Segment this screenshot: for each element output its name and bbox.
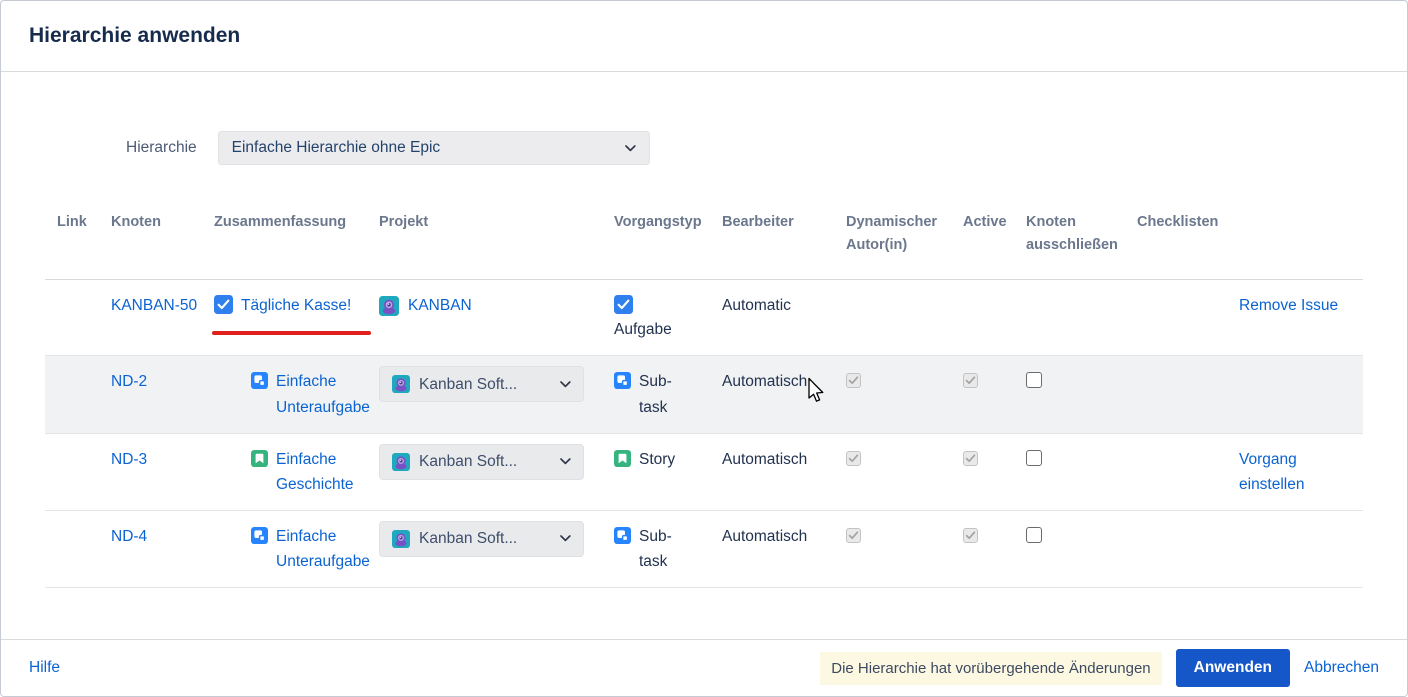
summary-checkbox[interactable] (214, 295, 233, 314)
subtask-icon (614, 372, 631, 389)
dynamic-author-checkbox (846, 451, 861, 466)
issuetype-label: Sub-task (639, 524, 689, 574)
project-dropdown[interactable]: Kanban Soft... (379, 444, 584, 480)
project-dropdown[interactable]: Kanban Soft... (379, 521, 584, 557)
assignee-label: Automatic (722, 280, 846, 331)
hierarchy-selected-value: Einfache Hierarchie ohne Epic (232, 139, 441, 157)
chevron-down-icon (560, 535, 571, 542)
exclude-node-checkbox[interactable] (1026, 450, 1042, 466)
chevron-down-icon (625, 145, 636, 152)
issue-key-link[interactable]: ND-4 (111, 524, 147, 549)
project-cell: Kanban Soft... (379, 356, 614, 415)
project-dropdown-value: Kanban Soft... (419, 372, 517, 397)
summary-link[interactable]: Einfache Unteraufgabe (276, 369, 370, 419)
dialog-footer: Hilfe Die Hierarchie hat vorübergehende … (1, 639, 1407, 696)
project-dropdown-value: Kanban Soft... (419, 449, 517, 474)
dialog-title: Hierarchie anwenden (29, 24, 240, 48)
hierarchy-select[interactable]: Einfache Hierarchie ohne Epic (218, 131, 650, 165)
cancel-button[interactable]: Abbrechen (1304, 659, 1379, 677)
hierarchy-form-row: Hierarchie Einfache Hierarchie ohne Epic (126, 131, 1407, 165)
summary-link[interactable]: Einfache Unteraufgabe (276, 524, 370, 574)
issuetype-cell: Sub-task (614, 511, 722, 587)
hierarchy-label: Hierarchie (126, 139, 197, 157)
summary-cell: Tägliche Kasse! (214, 280, 379, 331)
issue-key-link[interactable]: ND-2 (111, 369, 147, 394)
summary-cell: Einfache Unteraufgabe (214, 356, 379, 432)
active-checkbox (963, 528, 978, 543)
assignee-label: Automatisch (722, 511, 846, 562)
project-cell: Kanban Soft... (379, 511, 614, 570)
exclude-node-checkbox[interactable] (1026, 372, 1042, 388)
remove-issue-link[interactable]: Remove Issue (1239, 297, 1338, 314)
issuetype-checkbox[interactable] (614, 295, 633, 314)
table-row: ND-2 Einfache Unteraufgabe Kanban Soft..… (45, 356, 1363, 433)
apply-button[interactable]: Anwenden (1176, 649, 1290, 687)
chevron-down-icon (560, 458, 571, 465)
set-issue-link[interactable]: Vorgang einstellen (1239, 451, 1305, 493)
subtask-icon (614, 527, 631, 544)
header-knoten-ausschliessen: Knoten ausschließen (1026, 195, 1137, 279)
issue-key-link[interactable]: ND-3 (111, 447, 147, 472)
project-avatar-icon (392, 530, 410, 548)
annotation-underline (212, 331, 371, 335)
exclude-node-checkbox[interactable] (1026, 527, 1042, 543)
dynamic-author-checkbox (846, 528, 861, 543)
project-dropdown-value: Kanban Soft... (419, 526, 517, 551)
story-icon (251, 450, 268, 467)
project-dropdown[interactable]: Kanban Soft... (379, 366, 584, 402)
header-active: Active (963, 195, 1026, 256)
issuetype-label: Story (639, 447, 675, 472)
chevron-down-icon (560, 381, 571, 388)
summary-link[interactable]: Tägliche Kasse! (241, 293, 351, 318)
header-vorgangstyp: Vorgangstyp (614, 195, 722, 256)
project-avatar-icon (379, 296, 399, 316)
summary-cell: Einfache Geschichte (214, 434, 379, 510)
header-zusammenfassung: Zusammenfassung (214, 195, 379, 256)
issuetype-label: Aufgabe (614, 317, 708, 342)
issuetype-cell: Aufgabe (614, 280, 722, 355)
project-cell: KANBAN (379, 280, 614, 331)
subtask-icon (251, 372, 268, 389)
table-row: ND-3 Einfache Geschichte Kanban Soft... … (45, 434, 1363, 511)
header-projekt: Projekt (379, 195, 614, 256)
project-avatar-icon (392, 453, 410, 471)
header-dynamischer-autor: Dynamischer Autor(in) (846, 195, 963, 279)
table-header-row: Link Knoten Zusammenfassung Projekt Vorg… (45, 195, 1363, 280)
hierarchy-table: Link Knoten Zusammenfassung Projekt Vorg… (45, 195, 1363, 588)
apply-hierarchy-dialog: Hierarchie anwenden Hierarchie Einfache … (0, 0, 1408, 697)
issuetype-cell: Story (614, 434, 722, 485)
project-link[interactable]: KANBAN (408, 293, 472, 318)
issuetype-label: Sub-task (639, 369, 689, 419)
subtask-icon (251, 527, 268, 544)
project-cell: Kanban Soft... (379, 434, 614, 493)
dialog-header: Hierarchie anwenden (1, 1, 1407, 72)
table-row: ND-4 Einfache Unteraufgabe Kanban Soft..… (45, 511, 1363, 588)
table-row: KANBAN-50 Tägliche Kasse! KANBAN Aufgabe… (45, 280, 1363, 356)
header-link: Link (45, 195, 111, 256)
dynamic-author-checkbox (846, 373, 861, 388)
header-checklisten: Checklisten (1137, 195, 1237, 256)
project-avatar-icon (392, 375, 410, 393)
summary-cell: Einfache Unteraufgabe (214, 511, 379, 587)
header-bearbeiter: Bearbeiter (722, 195, 846, 256)
issue-key-link[interactable]: KANBAN-50 (111, 293, 197, 318)
notice-message: Die Hierarchie hat vorübergehende Änderu… (820, 652, 1161, 685)
active-checkbox (963, 451, 978, 466)
assignee-label: Automatisch (722, 356, 846, 407)
issuetype-cell: Sub-task (614, 356, 722, 432)
help-link[interactable]: Hilfe (29, 659, 60, 677)
active-checkbox (963, 373, 978, 388)
header-knoten: Knoten (111, 195, 214, 256)
assignee-label: Automatisch (722, 434, 846, 485)
summary-link[interactable]: Einfache Geschichte (276, 447, 365, 497)
story-icon (614, 450, 631, 467)
